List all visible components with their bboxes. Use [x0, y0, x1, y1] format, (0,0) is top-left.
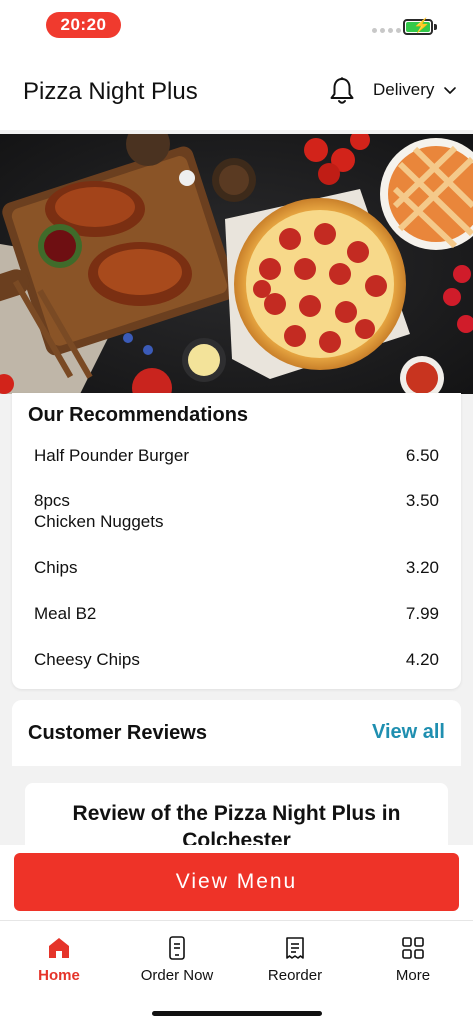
recommendation-item[interactable]: Meal B2 7.99: [34, 603, 439, 627]
recommendation-item[interactable]: Half Pounder Burger 6.50: [34, 445, 439, 469]
status-bar: 20:20 ⚡: [0, 0, 473, 50]
reviews-title: Customer Reviews: [28, 722, 207, 744]
tab-label: Reorder: [267, 967, 323, 984]
signal-icon: [372, 28, 401, 33]
chevron-down-icon: [444, 87, 457, 94]
hero-image: [0, 134, 473, 394]
item-price: 7.99: [405, 604, 439, 623]
tab-home[interactable]: Home: [4, 935, 114, 984]
phone-order-icon: [169, 936, 185, 960]
receipt-icon: [286, 937, 304, 959]
recommendation-item[interactable]: Chips 3.20: [34, 557, 439, 581]
recommendation-item[interactable]: 8pcs Chicken Nuggets 3.50: [34, 490, 439, 534]
recommendations-title: Our Recommendations: [28, 404, 249, 426]
tab-label: Order Now: [140, 967, 214, 984]
item-price: 4.20: [405, 650, 439, 669]
customer-reviews-card: Customer Reviews View all Review of the …: [12, 700, 461, 860]
food-photo: [0, 134, 473, 394]
cta-container: View Menu: [0, 845, 473, 920]
delivery-label: Delivery: [373, 80, 435, 99]
tab-label: Home: [38, 967, 80, 984]
item-name: 8pcs Chicken Nuggets: [34, 491, 164, 531]
item-name: Cheesy Chips: [34, 650, 140, 669]
view-menu-button[interactable]: View Menu: [14, 853, 459, 911]
app-header: Pizza Night Plus Delivery: [0, 50, 473, 130]
item-price: 3.20: [405, 558, 439, 577]
reviews-header: Customer Reviews View all: [12, 700, 461, 766]
item-name: Chips: [34, 558, 78, 577]
home-icon: [49, 938, 69, 958]
battery-cap: [434, 24, 437, 30]
bell-icon[interactable]: [329, 76, 355, 106]
tab-reorder[interactable]: Reorder: [240, 935, 350, 984]
item-price: 3.50: [405, 491, 439, 510]
tab-order-now[interactable]: Order Now: [122, 935, 232, 984]
home-indicator: [152, 1011, 322, 1016]
tab-label: More: [395, 967, 431, 984]
recommendation-item[interactable]: Cheesy Chips 4.20: [34, 649, 439, 673]
bottom-tab-bar: Home Order Now Reorder More: [0, 920, 473, 1024]
tab-more[interactable]: More: [358, 935, 468, 984]
store-title: Pizza Night Plus: [23, 78, 198, 105]
delivery-selector[interactable]: Delivery: [373, 80, 458, 100]
recommendations-card: Our Recommendations Half Pounder Burger …: [12, 393, 461, 689]
item-price: 6.50: [405, 446, 439, 465]
item-name: Half Pounder Burger: [34, 446, 189, 465]
charging-icon: ⚡: [413, 17, 431, 33]
grid-icon: [402, 937, 424, 959]
view-all-link[interactable]: View all: [372, 721, 445, 744]
status-time: 20:20: [46, 12, 121, 38]
item-name: Meal B2: [34, 604, 97, 623]
